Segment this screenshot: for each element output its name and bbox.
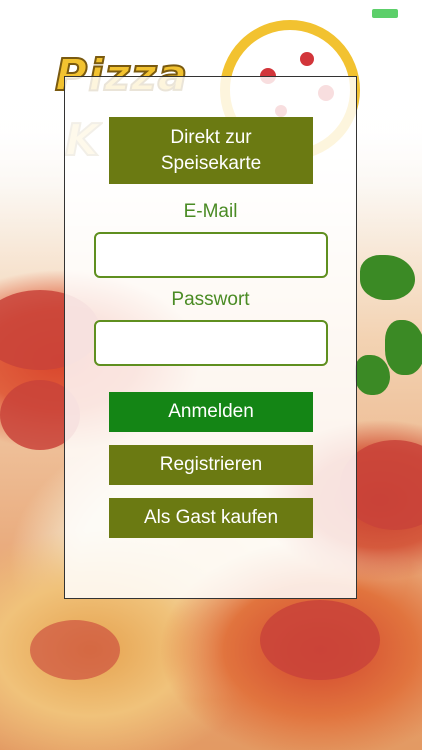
email-label: E-Mail (183, 201, 238, 222)
menu-button-line1: Direkt zur (170, 126, 252, 148)
password-field[interactable] (94, 320, 328, 366)
menu-button-line2: Speisekarte (160, 152, 262, 174)
email-field[interactable] (94, 232, 328, 278)
register-button[interactable]: Registrieren (109, 445, 313, 485)
login-panel: Direkt zur Speisekarte E-Mail Passwort A… (64, 76, 357, 599)
direct-to-menu-button[interactable]: Direkt zur Speisekarte (109, 117, 313, 184)
password-label: Passwort (171, 289, 250, 310)
guest-checkout-button[interactable]: Als Gast kaufen (109, 498, 313, 538)
login-button[interactable]: Anmelden (109, 392, 313, 432)
battery-indicator (372, 9, 398, 18)
